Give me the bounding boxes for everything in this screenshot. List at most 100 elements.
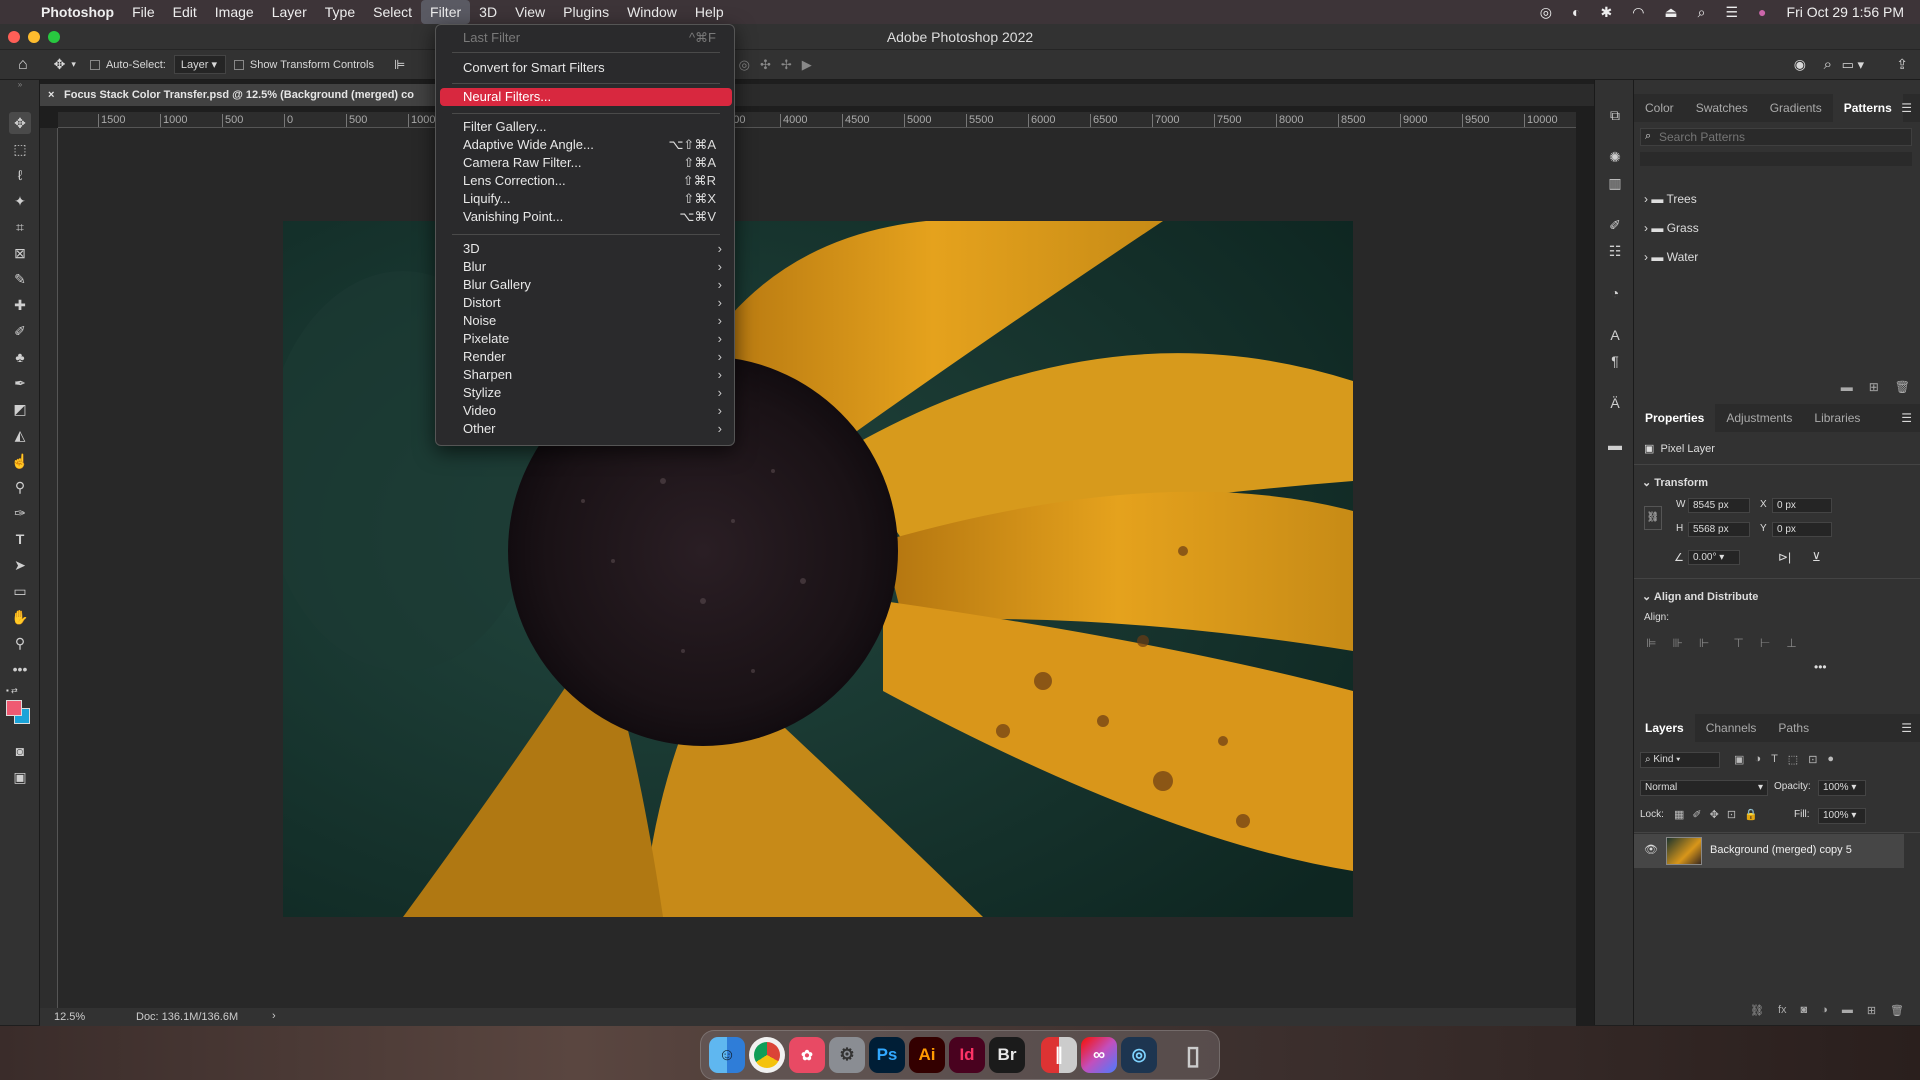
dock-system-preferences-icon[interactable]: ⚙: [829, 1037, 865, 1073]
filter-pixel-icon[interactable]: ▣: [1734, 753, 1744, 766]
new-layer-icon[interactable]: ⊞: [1867, 1004, 1876, 1017]
menu-item-blur-gallery[interactable]: Blur Gallery ›: [440, 276, 732, 294]
menu-item-distort[interactable]: Distort ›: [440, 294, 732, 312]
histogram-panel-icon[interactable]: ▥: [1604, 172, 1626, 194]
siri-icon[interactable]: ●: [1758, 4, 1766, 20]
brush-settings-panel-icon[interactable]: ✐: [1604, 214, 1626, 236]
3d-camera-icon[interactable]: ▶: [802, 57, 812, 73]
auto-select-dropdown[interactable]: Layer ▾: [173, 55, 226, 74]
pattern-group-water[interactable]: › ▬ Water: [1644, 250, 1698, 264]
creative-cloud-status-icon[interactable]: ◎: [1540, 4, 1552, 21]
hand-tool-icon[interactable]: ✋: [9, 606, 31, 628]
menu-window[interactable]: Window: [618, 0, 686, 24]
tab-paths[interactable]: Paths: [1767, 714, 1820, 742]
menu-file[interactable]: File: [123, 0, 164, 24]
smudge-tool-icon[interactable]: ☝: [9, 450, 31, 472]
menu-item-render[interactable]: Render ›: [440, 348, 732, 366]
move-tool-icon[interactable]: ✥: [9, 112, 31, 134]
align-horizontal-centers-icon[interactable]: ⊪: [1672, 636, 1682, 650]
tab-color[interactable]: Color: [1634, 94, 1685, 122]
menu-item-blur[interactable]: Blur ›: [440, 258, 732, 276]
menu-item-adaptive-wide-angle[interactable]: Adaptive Wide Angle... ⌥⇧⌘A: [440, 136, 732, 154]
menu-item-3d[interactable]: 3D ›: [440, 240, 732, 258]
dock-trash-icon[interactable]: ▯: [1175, 1037, 1211, 1073]
lasso-tool-icon[interactable]: ℓ: [9, 164, 31, 186]
clock[interactable]: Fri Oct 29 1:56 PM: [1787, 4, 1904, 20]
delete-layer-icon[interactable]: 🗑: [1890, 1004, 1904, 1017]
more-tools-icon[interactable]: •••: [9, 658, 31, 680]
tab-libraries[interactable]: Libraries: [1803, 404, 1871, 432]
menu-item-convert-smart-filters[interactable]: Convert for Smart Filters: [440, 59, 732, 77]
angle-field[interactable]: 0.00° ▾: [1688, 550, 1740, 565]
pattern-group-trees[interactable]: › ▬ Trees: [1644, 192, 1697, 206]
healing-brush-tool-icon[interactable]: ✚: [9, 294, 31, 316]
glyphs-panel-icon[interactable]: Ä: [1604, 392, 1626, 414]
height-field[interactable]: 5568 px: [1688, 522, 1750, 537]
menu-item-camera-raw-filter[interactable]: Camera Raw Filter... ⇧⌘A: [440, 154, 732, 172]
align-vertical-centers-icon[interactable]: ⊢: [1760, 636, 1770, 650]
panel-menu-icon[interactable]: ☰: [1901, 411, 1912, 425]
tab-patterns[interactable]: Patterns: [1832, 94, 1903, 122]
home-icon[interactable]: ⌂: [18, 56, 28, 74]
search-patterns-field[interactable]: ⌕: [1640, 128, 1912, 146]
layer-name[interactable]: Background (merged) copy 5: [1710, 844, 1852, 856]
menu-select[interactable]: Select: [364, 0, 421, 24]
zoom-tool-icon[interactable]: ⚲: [9, 632, 31, 654]
lock-image-icon[interactable]: ✐: [1692, 808, 1701, 821]
dodge-tool-icon[interactable]: ⚲: [9, 476, 31, 498]
align-left-icon[interactable]: ⊫: [394, 57, 405, 73]
shapes-panel-icon[interactable]: ◔: [1604, 282, 1626, 304]
menu-item-pixelate[interactable]: Pixelate ›: [440, 330, 732, 348]
tab-swatches[interactable]: Swatches: [1685, 94, 1759, 122]
apple-icon[interactable]: [0, 0, 32, 24]
screen-record-icon[interactable]: ◐: [1572, 4, 1580, 20]
filter-smart-object-icon[interactable]: ⊡: [1808, 753, 1817, 766]
menu-type[interactable]: Type: [316, 0, 364, 24]
panel-menu-icon[interactable]: ☰: [1901, 721, 1912, 735]
menu-item-filter-gallery[interactable]: Filter Gallery...: [440, 118, 732, 136]
menu-item-stylize[interactable]: Stylize ›: [440, 384, 732, 402]
comments-panel-icon[interactable]: ▬: [1604, 434, 1626, 456]
align-top-edges-icon[interactable]: ⊤: [1733, 636, 1743, 650]
align-right-edges-icon[interactable]: ⊩: [1699, 636, 1709, 650]
menu-item-other[interactable]: Other ›: [440, 420, 732, 438]
search-icon[interactable]: ⌕: [1824, 56, 1832, 73]
new-group-icon[interactable]: ▬: [1841, 380, 1853, 394]
rectangle-tool-icon[interactable]: ▭: [9, 580, 31, 602]
dock-finder-icon[interactable]: ☺: [709, 1037, 745, 1073]
layer-filter-kind[interactable]: ⌕ Kind ▾: [1640, 752, 1720, 768]
lock-artboard-icon[interactable]: ⊡: [1727, 808, 1736, 821]
dock-chrome-icon[interactable]: [749, 1037, 785, 1073]
lock-transparent-icon[interactable]: ▦: [1674, 808, 1684, 821]
filter-shape-icon[interactable]: ⬚: [1788, 753, 1798, 766]
new-pattern-icon[interactable]: ⊞: [1869, 380, 1879, 394]
workspace-icon[interactable]: ▭ ▾: [1842, 57, 1864, 73]
layer-style-icon[interactable]: fx: [1778, 1004, 1787, 1017]
history-brush-tool-icon[interactable]: ✒: [9, 372, 31, 394]
transform-section[interactable]: ⌄ Transform: [1642, 476, 1708, 489]
filter-toggle-icon[interactable]: ●: [1827, 753, 1834, 766]
menu-help[interactable]: Help: [686, 0, 733, 24]
menu-view[interactable]: View: [506, 0, 554, 24]
align-left-edges-icon[interactable]: ⊫: [1646, 636, 1656, 650]
frame-tool-icon[interactable]: ⊠: [9, 242, 31, 264]
adjustment-sliders-icon[interactable]: ☷: [1604, 240, 1626, 262]
menu-image[interactable]: Image: [206, 0, 263, 24]
menu-3d[interactable]: 3D: [470, 0, 506, 24]
share-icon[interactable]: ⇪: [1896, 56, 1908, 73]
clone-stamp-tool-icon[interactable]: ♣: [9, 346, 31, 368]
menu-item-neural-filters[interactable]: Neural Filters...: [440, 88, 732, 106]
lock-all-icon[interactable]: 🔒: [1744, 808, 1758, 821]
visibility-eye-icon[interactable]: 👁: [1644, 843, 1658, 856]
lock-position-icon[interactable]: ✥: [1710, 808, 1719, 821]
menu-item-vanishing-point[interactable]: Vanishing Point... ⌥⌘V: [440, 208, 732, 226]
spotlight-search-icon[interactable]: ⌕: [1698, 4, 1706, 21]
link-dimensions-icon[interactable]: ⛓: [1644, 506, 1662, 530]
paragraph-panel-icon[interactable]: ¶: [1604, 350, 1626, 372]
delete-icon[interactable]: 🗑: [1895, 380, 1910, 394]
menu-item-liquify[interactable]: Liquify... ⇧⌘X: [440, 190, 732, 208]
swap-colors-icon[interactable]: ▪ ⇄: [6, 686, 18, 695]
status-menu-arrow-icon[interactable]: ›: [272, 1010, 276, 1022]
document-tab[interactable]: × Focus Stack Color Transfer.psd @ 12.5%…: [40, 84, 436, 106]
auto-select-checkbox[interactable]: [89, 59, 100, 70]
